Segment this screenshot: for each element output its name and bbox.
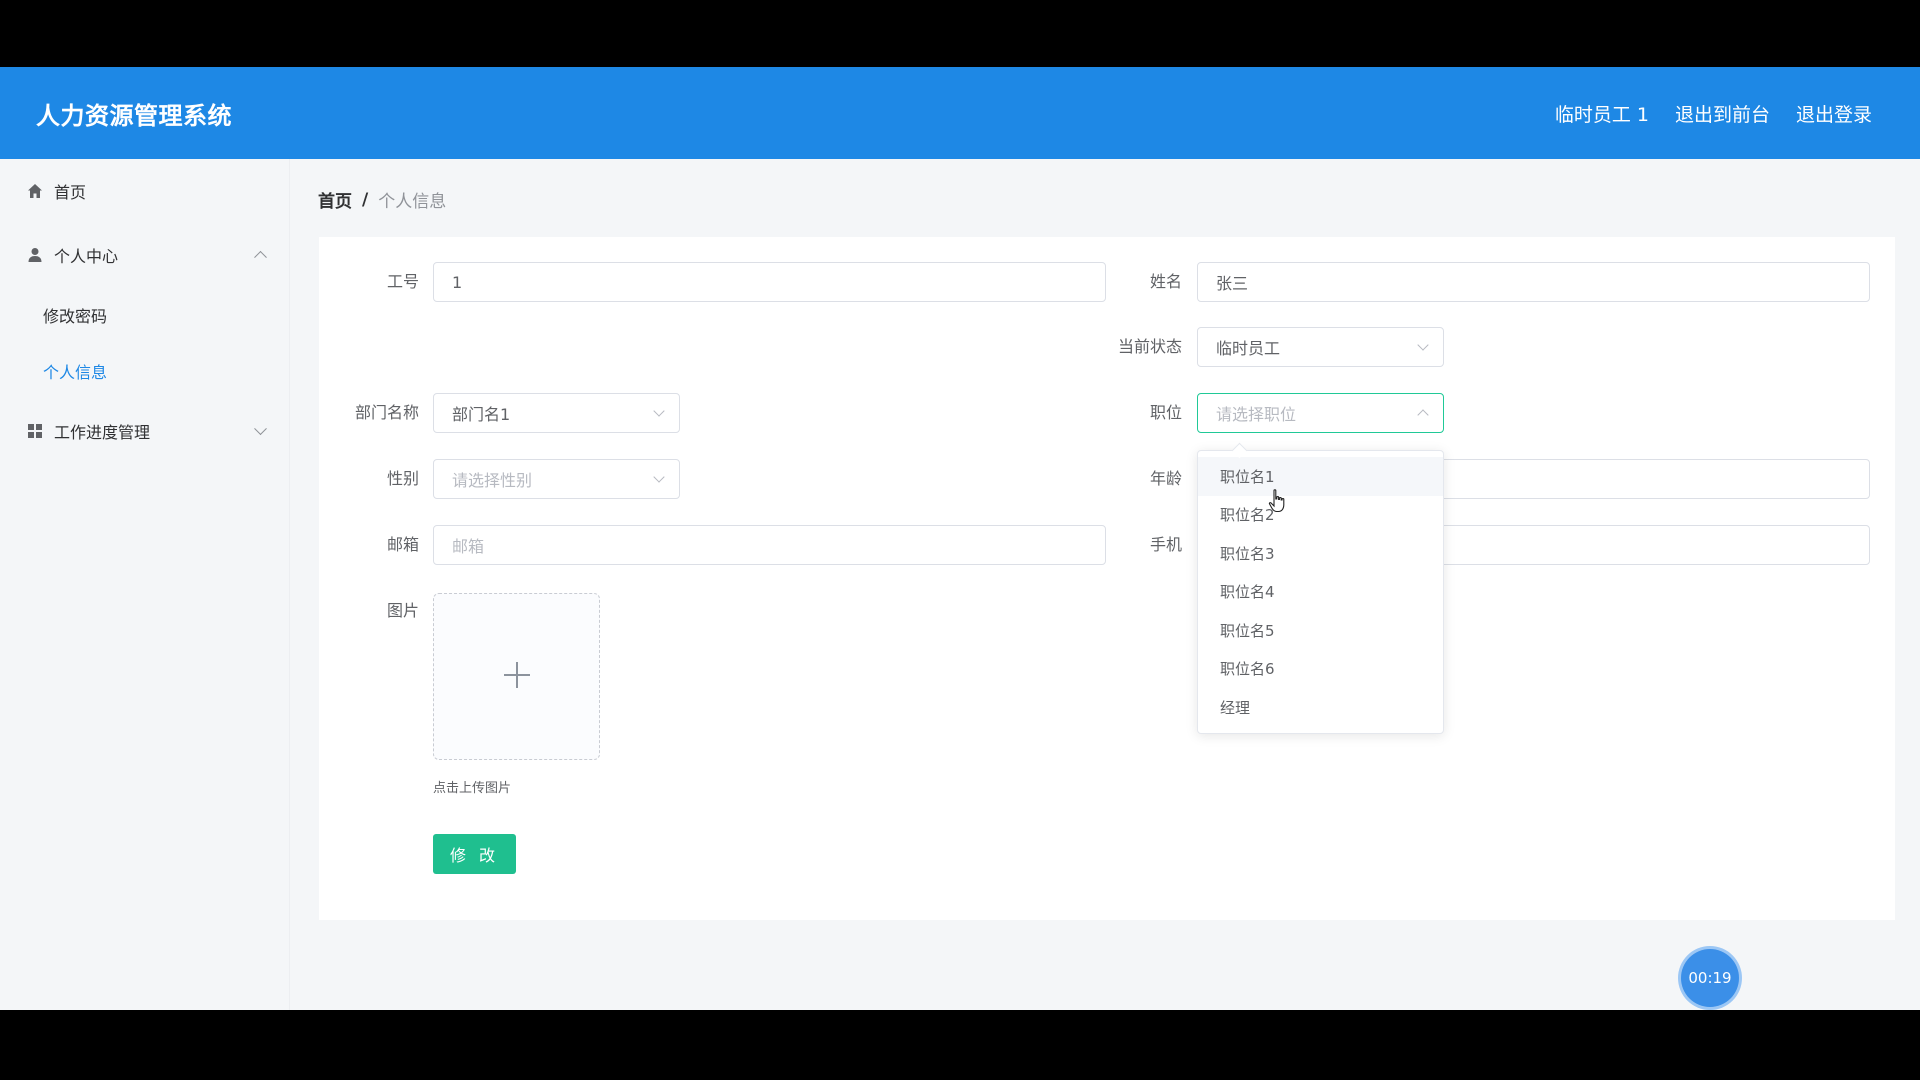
phone-label: 手机: [1149, 535, 1182, 554]
gender-select[interactable]: 请选择性别: [433, 459, 680, 499]
chevron-down-icon: [653, 471, 665, 483]
back-to-front-link[interactable]: 退出到前台: [1675, 100, 1770, 127]
sidebar-item-label: 工作进度管理: [54, 423, 151, 442]
job-no-value: 1: [452, 272, 463, 292]
name-value: 张三: [1216, 274, 1249, 293]
sidebar-item-home[interactable]: 首页: [0, 159, 289, 223]
position-option[interactable]: 职位名2: [1198, 496, 1443, 535]
current-user-link[interactable]: 临时员工 1: [1555, 100, 1649, 127]
position-dropdown: 职位名1 职位名2 职位名3 职位名4 职位名5 职位名6 经理: [1197, 450, 1444, 734]
position-option[interactable]: 职位名6: [1198, 650, 1443, 689]
sidebar-item-work-progress[interactable]: 工作进度管理: [0, 399, 289, 463]
logout-link[interactable]: 退出登录: [1796, 100, 1872, 127]
breadcrumb: 首页 / 个人信息: [318, 187, 447, 213]
gender-label: 性别: [386, 469, 419, 488]
name-field[interactable]: 张三: [1197, 262, 1870, 302]
chevron-up-icon: [254, 250, 267, 264]
department-value: 部门名1: [452, 405, 511, 424]
user-icon: [26, 246, 44, 264]
profile-form-card: 工号 1 姓名 张三 当前状态 临时员工 部门名称 部门名1 职位 请选择职位 …: [319, 237, 1895, 920]
name-label: 姓名: [1149, 272, 1182, 291]
sidebar-item-personal-info[interactable]: 个人信息: [0, 343, 289, 399]
breadcrumb-current: 个人信息: [378, 192, 447, 212]
submit-button[interactable]: 修 改: [433, 834, 516, 874]
chevron-down-icon: [1417, 339, 1429, 351]
email-field[interactable]: 邮箱: [433, 525, 1106, 565]
hand-cursor-icon: [1268, 489, 1286, 517]
gender-placeholder: 请选择性别: [452, 471, 533, 490]
age-label: 年龄: [1149, 469, 1182, 488]
sidebar: 首页 个人中心 修改密码 个人信息 工作进度管理: [0, 159, 290, 1010]
photo-upload-area[interactable]: [433, 593, 600, 760]
position-option[interactable]: 经理: [1198, 688, 1443, 727]
recording-timer: 00:19: [1681, 949, 1739, 1007]
chevron-up-icon: [1417, 409, 1429, 421]
email-placeholder: 邮箱: [452, 537, 485, 556]
position-option[interactable]: 职位名1: [1198, 457, 1443, 496]
header-actions: 临时员工 1 退出到前台 退出登录: [1555, 100, 1872, 127]
job-no-label: 工号: [386, 272, 419, 291]
position-option[interactable]: 职位名4: [1198, 573, 1443, 612]
position-placeholder: 请选择职位: [1216, 405, 1297, 424]
grid-icon: [26, 422, 44, 440]
sidebar-item-label: 个人中心: [54, 247, 119, 266]
breadcrumb-home[interactable]: 首页: [318, 187, 352, 212]
position-option[interactable]: 职位名5: [1198, 611, 1443, 650]
position-label: 职位: [1149, 403, 1182, 422]
status-label: 当前状态: [1117, 337, 1182, 356]
chevron-down-icon: [653, 405, 665, 417]
position-select[interactable]: 请选择职位: [1197, 393, 1444, 433]
sidebar-item-personal-center[interactable]: 个人中心: [0, 223, 289, 287]
sidebar-item-change-password[interactable]: 修改密码: [0, 287, 289, 343]
chevron-down-icon: [254, 422, 267, 436]
position-option[interactable]: 职位名3: [1198, 534, 1443, 573]
email-label: 邮箱: [386, 535, 419, 554]
status-value: 临时员工: [1216, 339, 1281, 358]
department-label: 部门名称: [354, 403, 419, 422]
photo-label: 图片: [386, 601, 419, 620]
app-title: 人力资源管理系统: [36, 101, 232, 130]
upload-hint: 点击上传图片: [433, 781, 512, 796]
top-header: 人力资源管理系统 临时员工 1 退出到前台 退出登录: [0, 67, 1920, 159]
home-icon: [26, 182, 44, 200]
sidebar-item-label: 首页: [54, 183, 87, 202]
status-select[interactable]: 临时员工: [1197, 327, 1444, 367]
department-select[interactable]: 部门名1: [433, 393, 680, 433]
plus-icon: [502, 660, 532, 694]
job-no-field[interactable]: 1: [433, 262, 1106, 302]
breadcrumb-separator: /: [362, 189, 369, 210]
app-screen: 人力资源管理系统 临时员工 1 退出到前台 退出登录 首页 个人中心 修改密码 …: [0, 67, 1920, 1010]
